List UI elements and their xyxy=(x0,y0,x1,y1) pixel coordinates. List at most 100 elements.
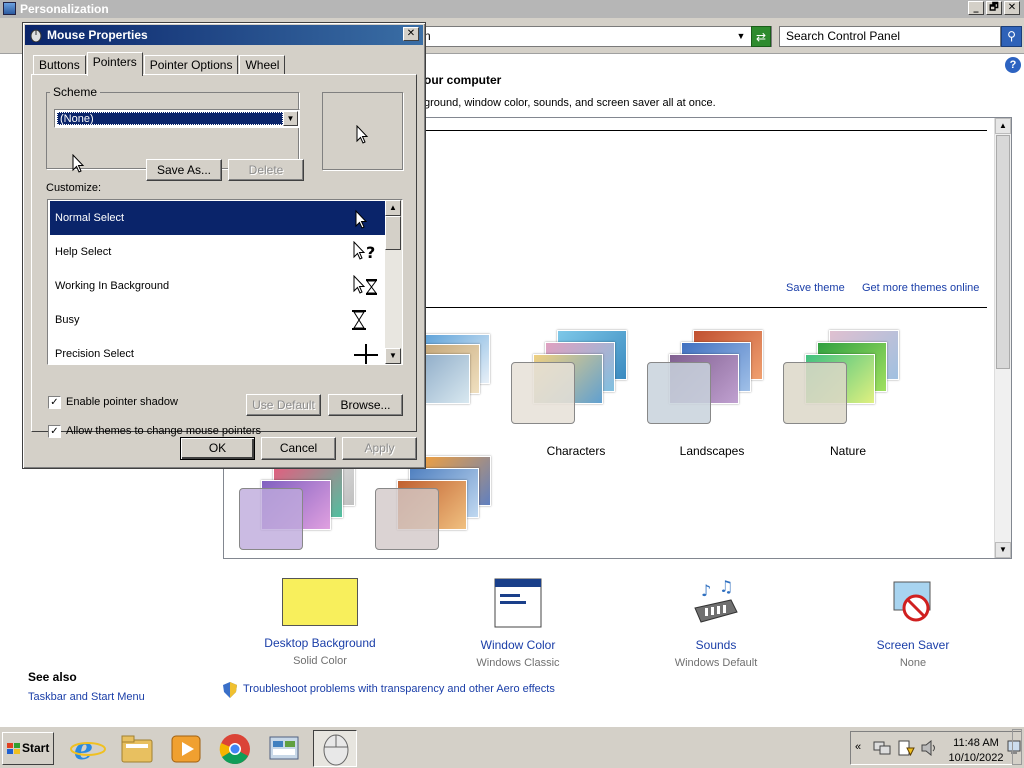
list-item[interactable]: Normal Select xyxy=(50,201,385,235)
list-item[interactable]: Precision Select xyxy=(50,337,385,364)
search-icon[interactable]: ⚲ xyxy=(1001,26,1022,47)
tab-pointer-options[interactable]: Pointer Options xyxy=(143,55,239,75)
window-color-icon xyxy=(494,578,542,628)
scroll-up-icon[interactable]: ▲ xyxy=(995,118,1011,134)
scroll-down-icon[interactable]: ▼ xyxy=(385,348,401,364)
delete-button[interactable]: Delete xyxy=(228,159,304,181)
cursor-list-scrollbar[interactable]: ▲ ▼ xyxy=(385,200,402,364)
checkbox-check-icon[interactable]: ✓ xyxy=(48,396,61,409)
list-item-label: Normal Select xyxy=(55,212,125,224)
page-heading: our computer xyxy=(424,73,502,87)
refresh-icon[interactable]: ⇄ xyxy=(751,26,771,47)
screen-saver-icon xyxy=(893,581,931,622)
chrome-icon[interactable] xyxy=(213,730,257,767)
svg-text:♫: ♫ xyxy=(719,578,733,596)
desktop-background-value: Solid Color xyxy=(293,655,347,667)
theme-name: Landscapes xyxy=(679,444,745,458)
list-item[interactable]: Working In Background xyxy=(50,269,385,303)
close-button[interactable]: ✕ xyxy=(1004,1,1020,15)
volume-icon[interactable] xyxy=(921,740,939,756)
show-desktop-button[interactable] xyxy=(1012,729,1022,765)
tray-expand-icon[interactable]: « xyxy=(855,741,861,753)
tool-sounds[interactable]: ♪ ♫ Sounds Windows Default xyxy=(646,578,786,669)
browse-button[interactable]: Browse... xyxy=(328,394,403,416)
tool-screen-saver[interactable]: Screen Saver None xyxy=(843,578,983,669)
hourglass-icon xyxy=(352,310,366,330)
checkbox-label: Enable pointer shadow xyxy=(66,396,178,408)
window-color-link[interactable]: Window Color xyxy=(448,638,588,652)
tool-desktop-background[interactable]: Desktop Background Solid Color xyxy=(250,578,390,667)
clock-time[interactable]: 11:48 AM xyxy=(946,737,1006,749)
apply-button[interactable]: Apply xyxy=(342,437,417,460)
save-theme-link[interactable]: Save theme xyxy=(786,282,845,294)
sounds-link[interactable]: Sounds xyxy=(646,638,786,652)
theme-high-contrast-1[interactable] xyxy=(239,456,369,566)
desktop-background-icon xyxy=(282,578,358,626)
theme-nature[interactable]: Nature xyxy=(783,330,913,458)
file-explorer-icon[interactable] xyxy=(115,730,159,767)
scroll-down-icon[interactable]: ▼ xyxy=(995,542,1011,558)
theme-scrollbar[interactable]: ▲ ▼ xyxy=(994,118,1011,558)
system-tray: « 11:48 AM 10/10/2022 xyxy=(850,731,1022,765)
tab-wheel[interactable]: Wheel xyxy=(239,55,286,75)
start-button[interactable]: Start xyxy=(2,732,54,765)
dialog-close-button[interactable]: ✕ xyxy=(403,27,419,41)
troubleshoot-link[interactable]: Troubleshoot problems with transparency … xyxy=(243,683,555,695)
mouse-properties-dialog: Mouse Properties ✕ Buttons Pointers Poin… xyxy=(22,22,426,469)
theme-thumbnail xyxy=(511,362,575,424)
cursor-list[interactable]: Normal Select Help Select ? Working In B… xyxy=(47,199,403,365)
address-dropdown-icon[interactable]: ▼ xyxy=(733,28,749,45)
taskbar-start-menu-link[interactable]: Taskbar and Start Menu xyxy=(28,691,145,703)
help-cursor-icon: ? xyxy=(353,241,375,262)
working-cursor-icon xyxy=(353,275,377,295)
checkbox-check-icon[interactable]: ✓ xyxy=(48,425,61,438)
scheme-select[interactable]: (None) ▼ xyxy=(54,109,300,128)
list-item[interactable]: Busy xyxy=(50,303,385,337)
scroll-thumb[interactable] xyxy=(385,216,401,250)
theme-characters[interactable]: Characters xyxy=(511,330,641,458)
desktop-background-link[interactable]: Desktop Background xyxy=(250,636,390,650)
theme-thumbnail xyxy=(375,488,439,550)
network-icon[interactable] xyxy=(873,740,891,756)
action-center-icon[interactable] xyxy=(897,740,915,756)
scroll-up-icon[interactable]: ▲ xyxy=(385,200,401,216)
internet-explorer-icon[interactable]: e xyxy=(66,730,110,767)
scroll-thumb[interactable] xyxy=(996,135,1010,369)
checkbox-label: Allow themes to change mouse pointers xyxy=(66,425,262,437)
tab-pointers[interactable]: Pointers xyxy=(86,52,143,76)
theme-landscapes[interactable]: Landscapes xyxy=(647,330,777,458)
media-player-icon[interactable] xyxy=(164,730,208,767)
list-item[interactable]: Help Select ? xyxy=(50,235,385,269)
dialog-title: Mouse Properties xyxy=(47,28,148,42)
dialog-title-bar: Mouse Properties ✕ xyxy=(25,25,423,45)
crosshair-icon xyxy=(354,344,378,364)
clock-date[interactable]: 10/10/2022 xyxy=(946,752,1006,764)
use-default-button[interactable]: Use Default xyxy=(246,394,321,416)
save-as-button[interactable]: Save As... xyxy=(146,159,222,181)
arrow-cursor-icon xyxy=(356,125,369,144)
ok-button[interactable]: OK xyxy=(180,437,255,460)
tool-window-color[interactable]: Window Color Windows Classic xyxy=(448,578,588,669)
screen-saver-value: None xyxy=(899,657,927,669)
maximize-button[interactable]: 🗗 xyxy=(986,1,1002,15)
cancel-button[interactable]: Cancel xyxy=(261,437,336,460)
list-item-label: Working In Background xyxy=(55,280,170,292)
search-input[interactable]: Search Control Panel xyxy=(779,26,1001,47)
enable-pointer-shadow-checkbox[interactable]: ✓ Enable pointer shadow xyxy=(48,396,178,409)
mouse-properties-taskbar-icon[interactable] xyxy=(313,730,357,767)
address-field[interactable]: n ▼ ⇄ xyxy=(420,26,772,47)
page-description: ground, window color, sounds, and screen… xyxy=(424,97,716,109)
taskbar: Start e « 11:48 AM 10/10/2022 xyxy=(0,726,1024,768)
control-panel-icon[interactable] xyxy=(262,730,306,767)
minimize-button[interactable]: _ xyxy=(968,1,984,15)
theme-high-contrast-2[interactable] xyxy=(375,456,505,566)
get-more-themes-link[interactable]: Get more themes online xyxy=(862,282,979,294)
screen-saver-link[interactable]: Screen Saver xyxy=(843,638,983,652)
window-title: Personalization xyxy=(20,2,109,16)
chevron-down-icon[interactable]: ▼ xyxy=(283,111,298,126)
tab-buttons[interactable]: Buttons xyxy=(33,55,86,75)
theme-thumbnail xyxy=(647,362,711,424)
help-icon[interactable]: ? xyxy=(1005,57,1021,73)
window-color-value: Windows Classic xyxy=(476,657,560,669)
theme-name: Nature xyxy=(829,444,867,458)
